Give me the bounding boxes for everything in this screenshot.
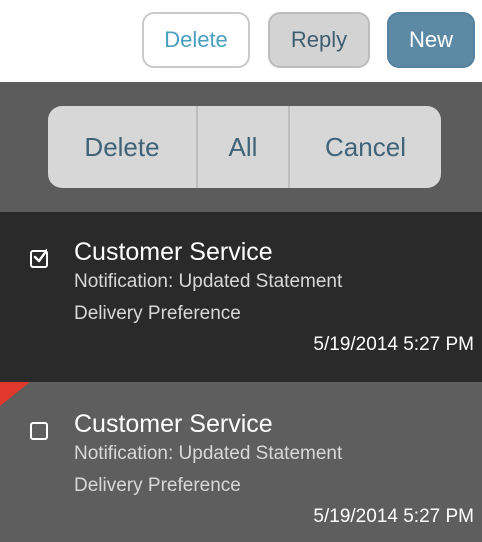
reply-button[interactable]: Reply: [268, 12, 370, 68]
message-subject: Notification: Updated Statement Delivery…: [74, 443, 343, 496]
message-item[interactable]: Customer Service Notification: Updated S…: [0, 382, 482, 542]
selection-actions: Delete All Cancel: [48, 106, 441, 188]
select-all-button[interactable]: All: [196, 106, 288, 188]
message-subject: Notification: Updated Statement Delivery…: [74, 271, 343, 324]
top-toolbar: Delete Reply New: [0, 0, 482, 82]
new-button[interactable]: New: [387, 12, 475, 68]
cancel-selection-button[interactable]: Cancel: [288, 106, 441, 188]
message-timestamp: 5/19/2014 5:27 PM: [313, 506, 474, 527]
unread-flag-icon: [0, 382, 30, 406]
message-checkbox-checked[interactable]: [30, 248, 48, 268]
message-checkbox[interactable]: [30, 422, 48, 440]
delete-selected-button[interactable]: Delete: [48, 106, 196, 188]
message-sender: Customer Service: [74, 238, 273, 266]
delete-button[interactable]: Delete: [142, 12, 250, 68]
message-item[interactable]: Customer Service Notification: Updated S…: [0, 212, 482, 382]
message-timestamp: 5/19/2014 5:27 PM: [313, 334, 474, 355]
message-sender: Customer Service: [74, 410, 273, 438]
message-list-screen: Delete Reply New Delete All Cancel Custo…: [0, 0, 482, 542]
selection-action-bar: Delete All Cancel: [0, 82, 482, 212]
checkmark-icon: [33, 248, 47, 263]
